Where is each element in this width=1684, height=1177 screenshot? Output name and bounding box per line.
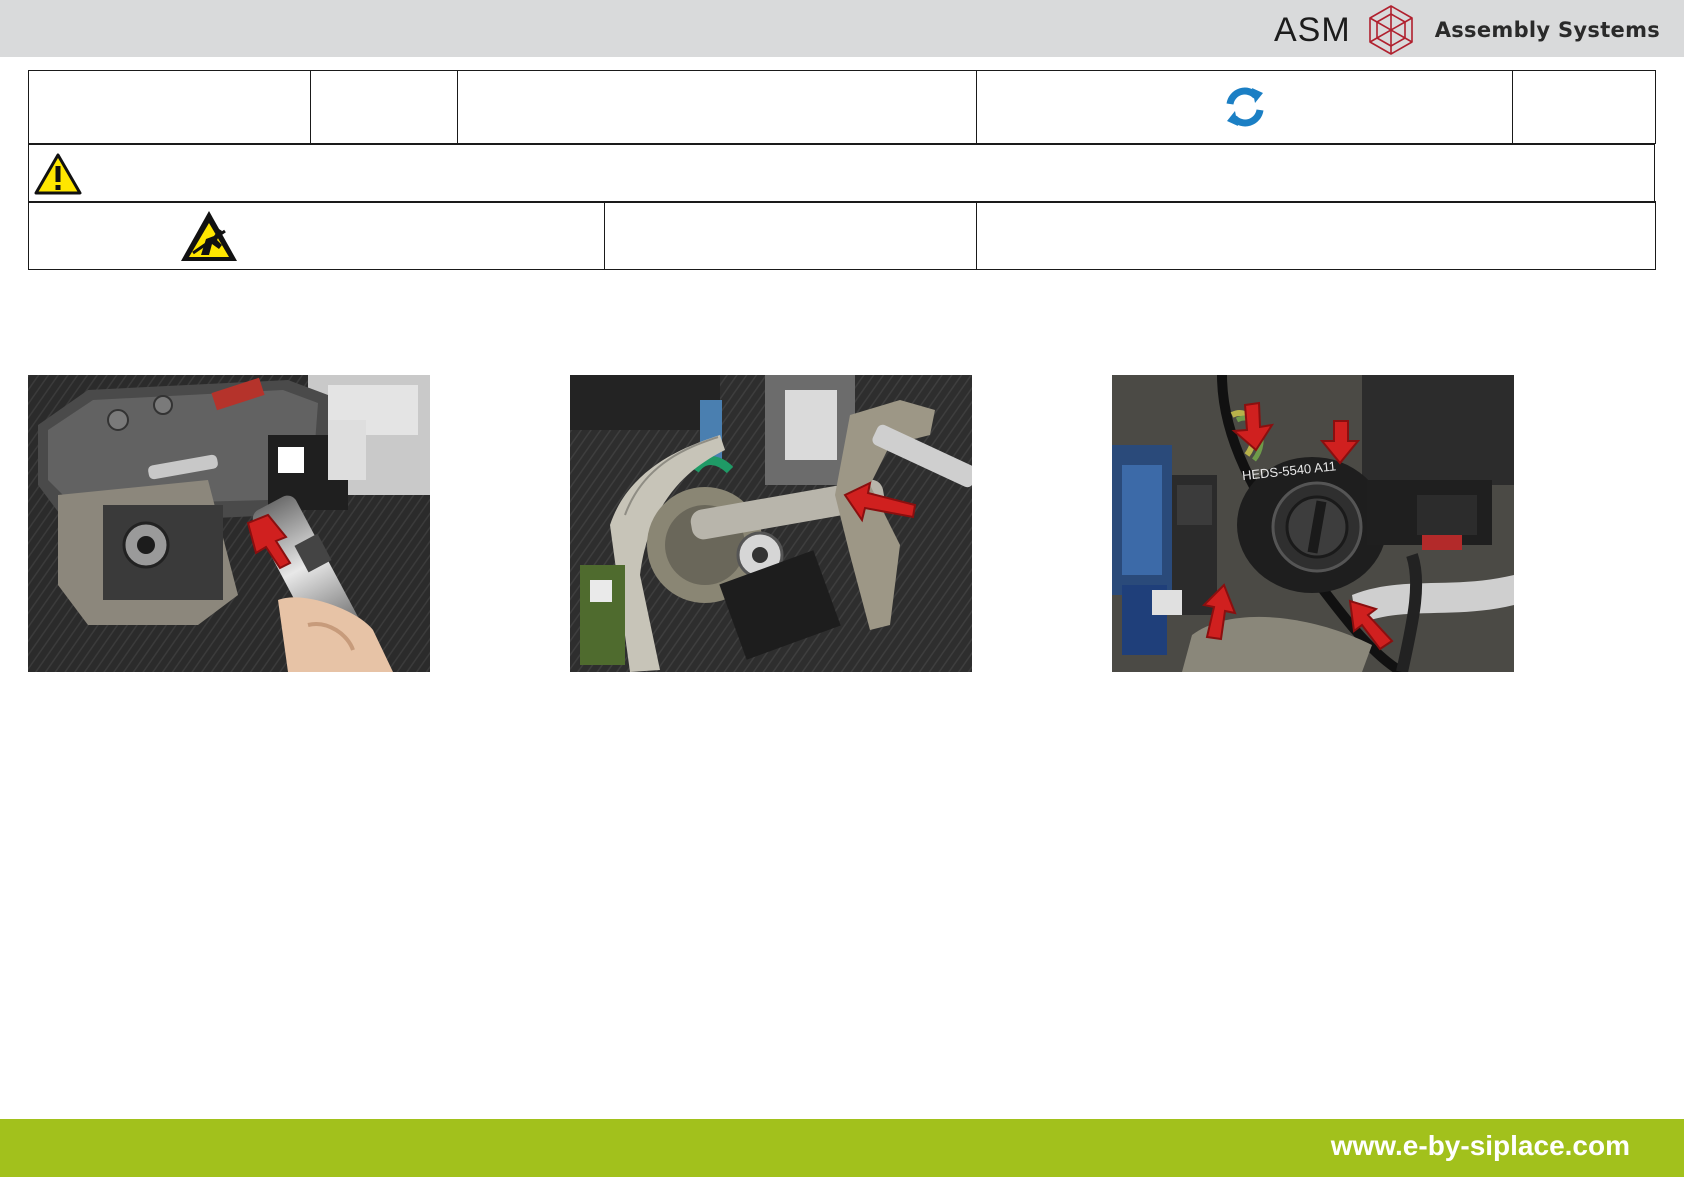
photo-motor-removal-image	[28, 375, 430, 672]
info-table-row3	[28, 201, 1656, 270]
warning-icon	[34, 153, 82, 194]
table-cell	[310, 70, 458, 144]
table-cell-esd	[28, 201, 605, 270]
photo-encoder-connectors: HEDS-5540 A11	[1112, 375, 1514, 672]
table-cell-refresh	[976, 70, 1513, 144]
footer-url-link[interactable]: www.e-by-siplace.com	[1331, 1130, 1630, 1162]
footer-bar: www.e-by-siplace.com	[0, 1119, 1684, 1177]
photo-motor-removal	[28, 375, 430, 672]
table-row	[28, 201, 1656, 270]
table-cell	[1512, 70, 1656, 144]
table-row	[28, 70, 1656, 144]
table-cell-warning	[28, 144, 1655, 203]
photo-belt-screwdriver-image	[570, 375, 972, 672]
info-table-row1	[28, 70, 1656, 144]
document-page: ASM Assembly Systems HEDS-5540 A11 www.e…	[0, 0, 1684, 1177]
brand-logo-group: ASM Assembly Systems	[1274, 5, 1661, 55]
photo-belt-screwdriver	[570, 375, 972, 672]
table-cell	[604, 201, 977, 270]
table-cell	[976, 201, 1656, 270]
info-table-row2	[28, 144, 1655, 203]
table-cell	[457, 70, 977, 144]
header-bar: ASM Assembly Systems	[0, 0, 1684, 57]
refresh-icon	[1226, 87, 1263, 127]
photo-encoder-connectors-image: HEDS-5540 A11	[1112, 375, 1514, 672]
table-row	[28, 144, 1655, 203]
esd-warning-icon	[181, 210, 237, 261]
asm-polyhedron-logo-icon	[1368, 5, 1413, 55]
brand-short-name: ASM	[1274, 10, 1351, 49]
table-cell	[28, 70, 311, 144]
brand-full-name: Assembly Systems	[1434, 18, 1661, 42]
